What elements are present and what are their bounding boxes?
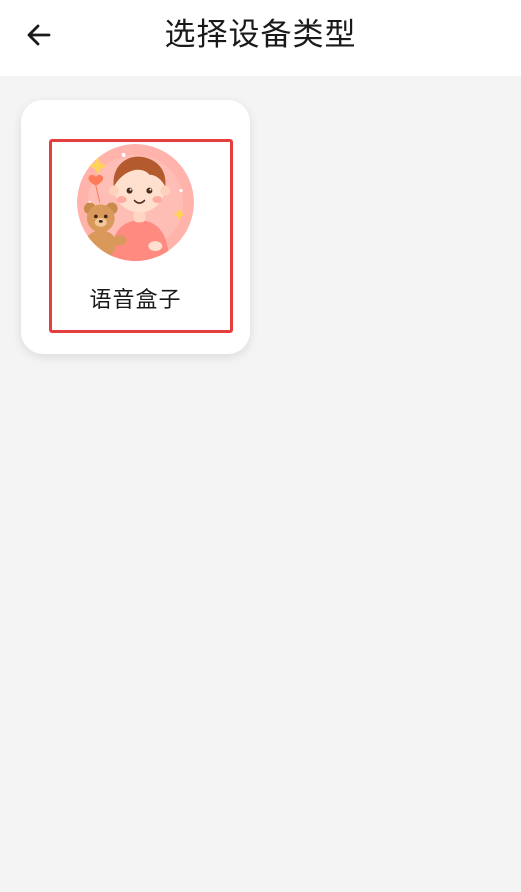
child-with-teddy-bear-avatar bbox=[76, 143, 195, 262]
device-type-card[interactable]: 语音盒子 bbox=[21, 100, 250, 354]
top-app-bar: 选择设备类型 bbox=[0, 0, 521, 76]
device-type-label: 语音盒子 bbox=[89, 288, 182, 313]
page-title: 选择设备类型 bbox=[164, 17, 357, 53]
